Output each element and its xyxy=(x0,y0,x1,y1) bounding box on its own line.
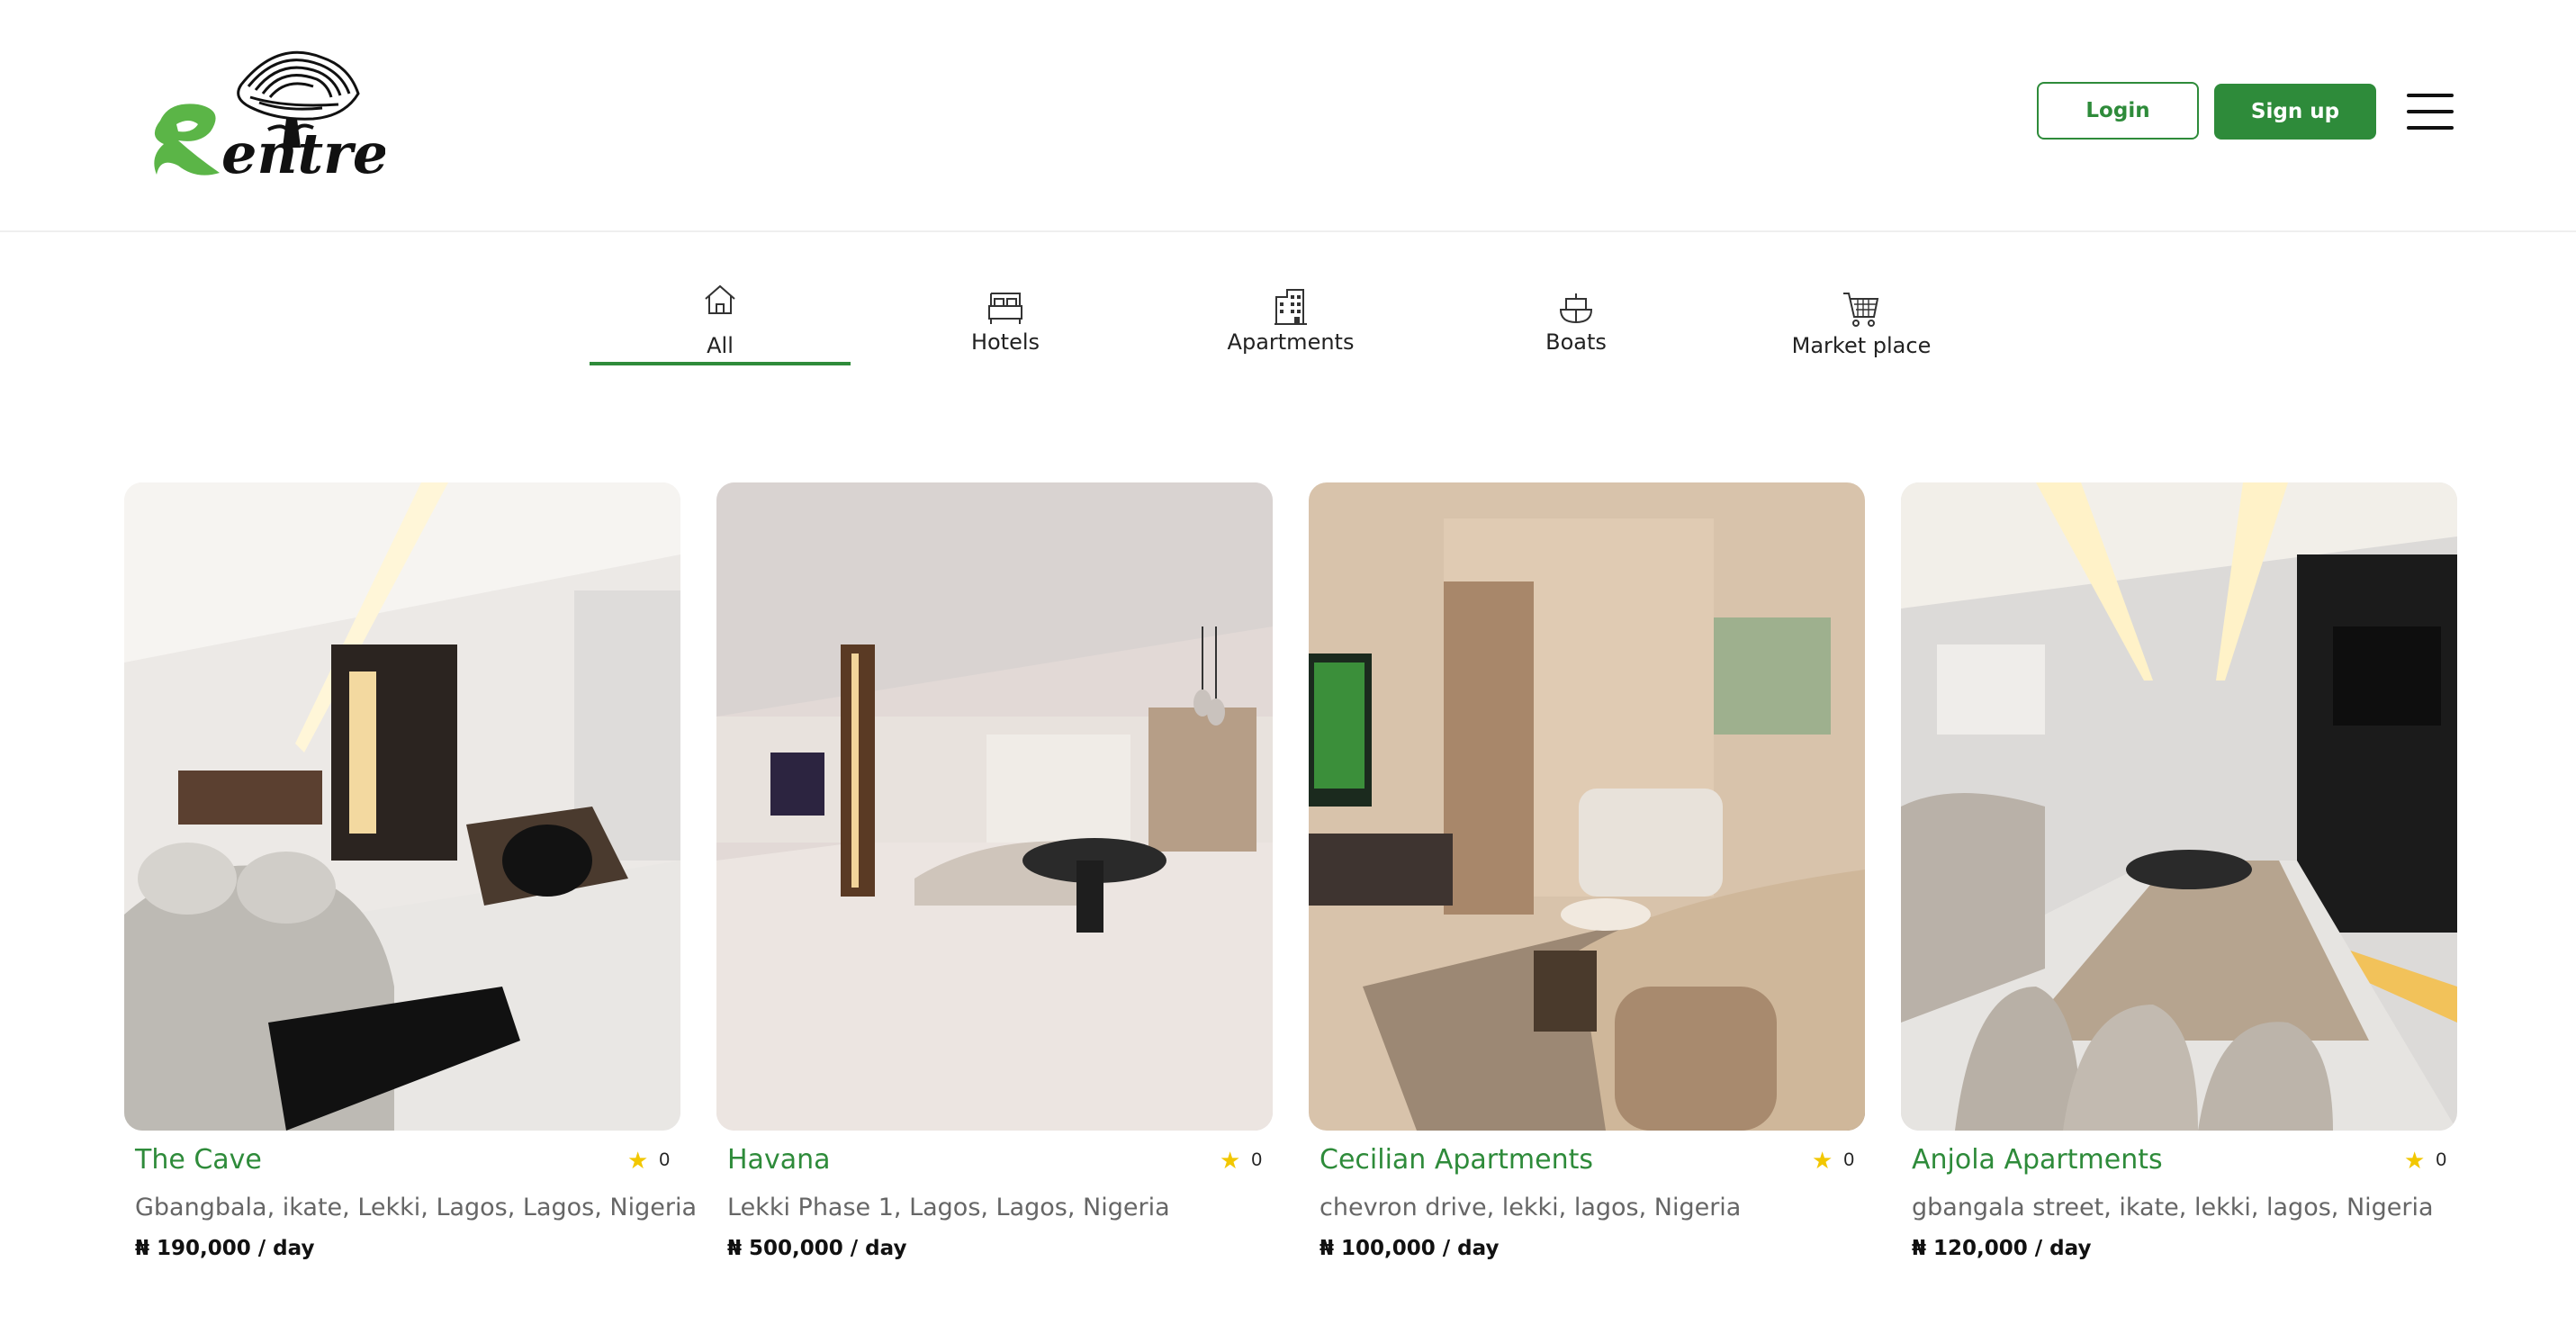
listing-rating: ★ 0 xyxy=(627,1149,670,1172)
boat-icon xyxy=(1559,293,1593,324)
listing-card[interactable]: The Cave ★ 0 Gbangbala, ikate, Lekki, La… xyxy=(124,482,697,1275)
login-button[interactable]: Login xyxy=(2037,82,2199,140)
tab-apartments[interactable]: Apartments xyxy=(1160,270,1421,369)
star-icon: ★ xyxy=(1220,1147,1241,1174)
menu-icon[interactable] xyxy=(2407,94,2454,130)
signup-button[interactable]: Sign up xyxy=(2214,84,2376,140)
listing-location: chevron drive, lekki, lagos, Nigeria xyxy=(1320,1194,1742,1221)
listing-photo[interactable] xyxy=(1901,482,2457,1131)
bed-icon xyxy=(988,293,1022,324)
svg-text:entree: entree xyxy=(221,121,385,185)
listing-price: ₦ 500,000 / day xyxy=(727,1237,907,1260)
rating-value: 0 xyxy=(2436,1149,2446,1170)
cart-icon xyxy=(1843,293,1879,327)
tab-label: Hotels xyxy=(970,329,1040,355)
listing-card[interactable]: Cecilian Apartments ★ 0 chevron drive, l… xyxy=(1309,482,1865,1275)
listing-title[interactable]: Anjola Apartments xyxy=(1912,1144,2163,1176)
listing-title[interactable]: Havana xyxy=(727,1144,830,1176)
listing-title[interactable]: Cecilian Apartments xyxy=(1320,1144,1593,1176)
category-tabs: All Hotels Apartments Boats Market place xyxy=(0,270,2576,369)
listing-location: gbangala street, ikate, lekki, lagos, Ni… xyxy=(1912,1194,2434,1221)
listing-rating: ★ 0 xyxy=(1812,1149,1854,1172)
site-header: entree Login Sign up xyxy=(0,0,2576,232)
listing-photo[interactable] xyxy=(124,482,680,1131)
rating-value: 0 xyxy=(1843,1149,1854,1170)
rentree-logo[interactable]: entree xyxy=(142,31,424,186)
star-icon: ★ xyxy=(1812,1147,1833,1174)
listing-location: Lekki Phase 1, Lagos, Lagos, Nigeria xyxy=(727,1194,1170,1221)
tab-label: All xyxy=(707,333,734,358)
home-icon xyxy=(705,284,735,314)
tab-all[interactable]: All xyxy=(590,270,851,369)
listing-price: ₦ 120,000 / day xyxy=(1912,1237,2092,1260)
listing-price: ₦ 190,000 / day xyxy=(135,1237,315,1260)
tab-label: Market place xyxy=(1791,333,1932,358)
tab-label: Apartments xyxy=(1227,329,1355,355)
tab-boats[interactable]: Boats xyxy=(1446,270,1707,369)
listing-title[interactable]: The Cave xyxy=(135,1144,262,1176)
tab-label: Boats xyxy=(1545,329,1607,355)
rating-value: 0 xyxy=(1251,1149,1262,1170)
listing-card[interactable]: Anjola Apartments ★ 0 gbangala street, i… xyxy=(1901,482,2457,1275)
star-icon: ★ xyxy=(2404,1147,2426,1174)
tab-hotels[interactable]: Hotels xyxy=(875,270,1136,369)
building-icon xyxy=(1274,289,1307,325)
listing-photo[interactable] xyxy=(1309,482,1865,1131)
listing-price: ₦ 100,000 / day xyxy=(1320,1237,1500,1260)
active-tab-indicator xyxy=(590,362,851,365)
listing-location: Gbangbala, ikate, Lekki, Lagos, Lagos, N… xyxy=(135,1194,697,1221)
rating-value: 0 xyxy=(659,1149,670,1170)
listing-rating: ★ 0 xyxy=(2404,1149,2446,1172)
listing-card[interactable]: Havana ★ 0 Lekki Phase 1, Lagos, Lagos, … xyxy=(716,482,1273,1275)
listing-photo[interactable] xyxy=(716,482,1273,1131)
listing-rating: ★ 0 xyxy=(1220,1149,1262,1172)
star-icon: ★ xyxy=(627,1147,649,1174)
tab-market-place[interactable]: Market place xyxy=(1731,270,1992,369)
